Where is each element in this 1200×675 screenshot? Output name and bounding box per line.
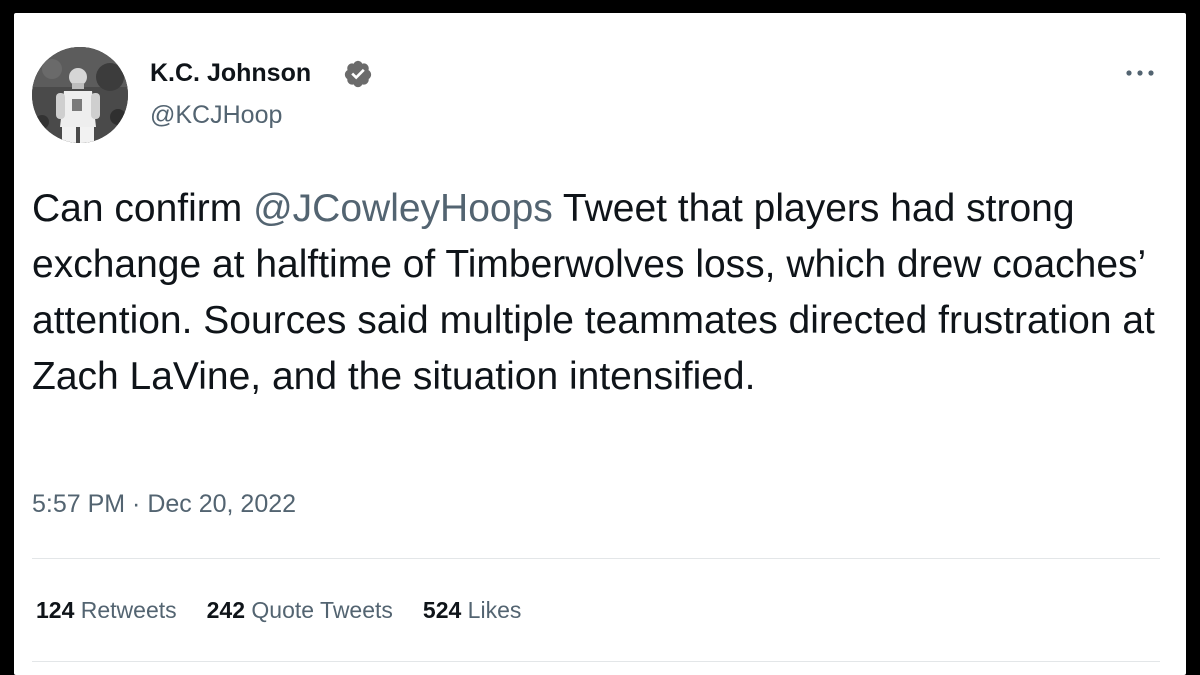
engagement-stats: 124 Retweets 242 Quote Tweets 524 Likes <box>36 597 551 624</box>
divider <box>32 661 1160 662</box>
quote-tweets-count: 242 <box>206 597 246 623</box>
quote-tweets-label: Quote Tweets <box>251 597 393 623</box>
quote-tweets-stat[interactable]: 242 Quote Tweets <box>207 597 393 624</box>
display-name[interactable]: K.C. Johnson <box>150 59 311 88</box>
tweet-card: K.C. Johnson @KCJHoop Can confirm @JCowl… <box>14 13 1186 675</box>
verified-badge-icon <box>344 60 372 88</box>
tweet-text: Can confirm @JCowleyHoops Tweet that pla… <box>32 181 1162 405</box>
retweets-count: 124 <box>36 597 75 623</box>
retweets-stat[interactable]: 124 Retweets <box>36 597 177 624</box>
tweet-timestamp[interactable]: 5:57 PM · Dec 20, 2022 <box>32 490 296 519</box>
avatar[interactable] <box>32 47 128 143</box>
avatar-photo-icon <box>32 47 128 143</box>
likes-count: 524 <box>422 597 462 623</box>
likes-label: Likes <box>467 597 522 623</box>
divider <box>32 558 1160 559</box>
user-handle[interactable]: @KCJHoop <box>150 101 282 130</box>
mention-link[interactable]: @JCowleyHoops <box>253 187 553 230</box>
retweets-label: Retweets <box>80 597 177 623</box>
more-options-icon[interactable] <box>1120 61 1160 85</box>
tweet-text-start: Can confirm <box>32 187 254 230</box>
likes-stat[interactable]: 524 Likes <box>423 597 521 624</box>
